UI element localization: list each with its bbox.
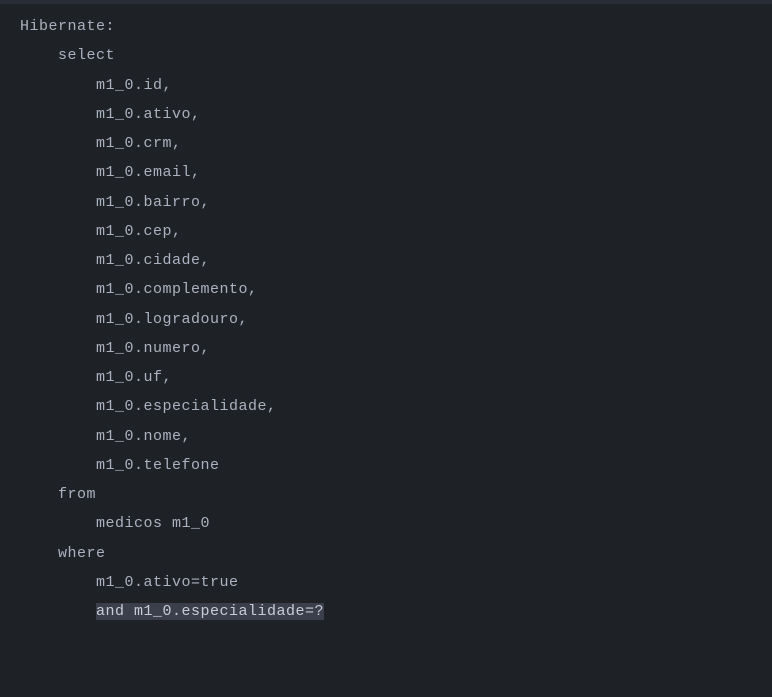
code-line: m1_0.telefone — [20, 457, 220, 474]
code-line: m1_0.cep, — [20, 223, 182, 240]
code-line: where — [20, 545, 106, 562]
code-line: select — [20, 47, 115, 64]
code-line: m1_0.numero, — [20, 340, 210, 357]
code-line: m1_0.email, — [20, 164, 201, 181]
code-line: m1_0.cidade, — [20, 252, 210, 269]
code-line-prefix — [20, 603, 96, 620]
code-line: m1_0.ativo, — [20, 106, 201, 123]
code-line: medicos m1_0 — [20, 515, 210, 532]
code-line: Hibernate: — [20, 18, 115, 35]
code-line: m1_0.logradouro, — [20, 311, 248, 328]
code-line: m1_0.ativo=true — [20, 574, 239, 591]
code-line: from — [20, 486, 96, 503]
highlighted-text: and m1_0.especialidade=? — [96, 603, 324, 620]
code-line: m1_0.id, — [20, 77, 172, 94]
code-line: m1_0.nome, — [20, 428, 191, 445]
code-line: m1_0.crm, — [20, 135, 182, 152]
console-output: Hibernate: select m1_0.id, m1_0.ativo, m… — [0, 12, 772, 626]
code-line: m1_0.uf, — [20, 369, 172, 386]
code-line: m1_0.especialidade, — [20, 398, 277, 415]
code-line: m1_0.bairro, — [20, 194, 210, 211]
code-line: m1_0.complemento, — [20, 281, 258, 298]
